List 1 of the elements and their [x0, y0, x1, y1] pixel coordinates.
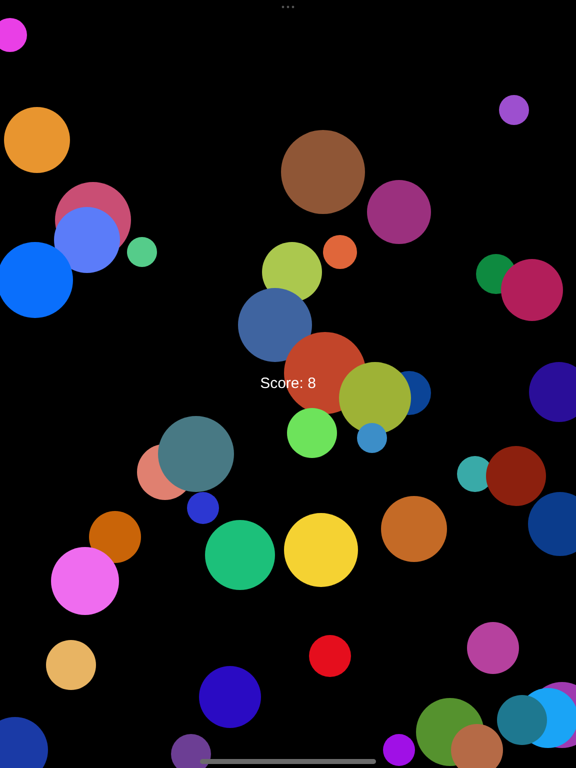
multitasking-dots-icon[interactable] — [282, 6, 294, 8]
